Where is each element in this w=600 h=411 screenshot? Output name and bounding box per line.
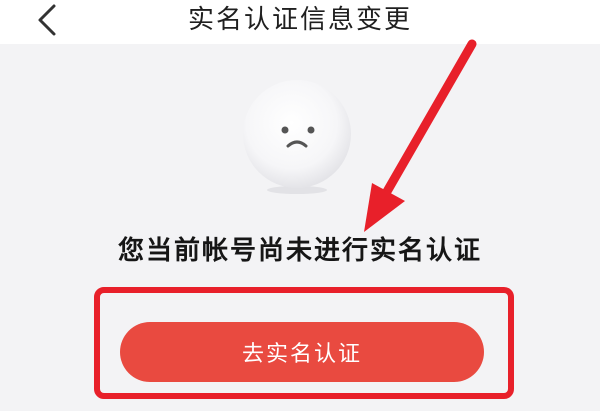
go-verify-button[interactable]: 去实名认证 (120, 322, 484, 382)
not-verified-message: 您当前帐号尚未进行实名认证 (117, 236, 482, 266)
page-title: 实名认证信息变更 (187, 5, 412, 35)
sad-face-icon (243, 80, 351, 194)
header-bar: 实名认证信息变更 (0, 0, 600, 44)
